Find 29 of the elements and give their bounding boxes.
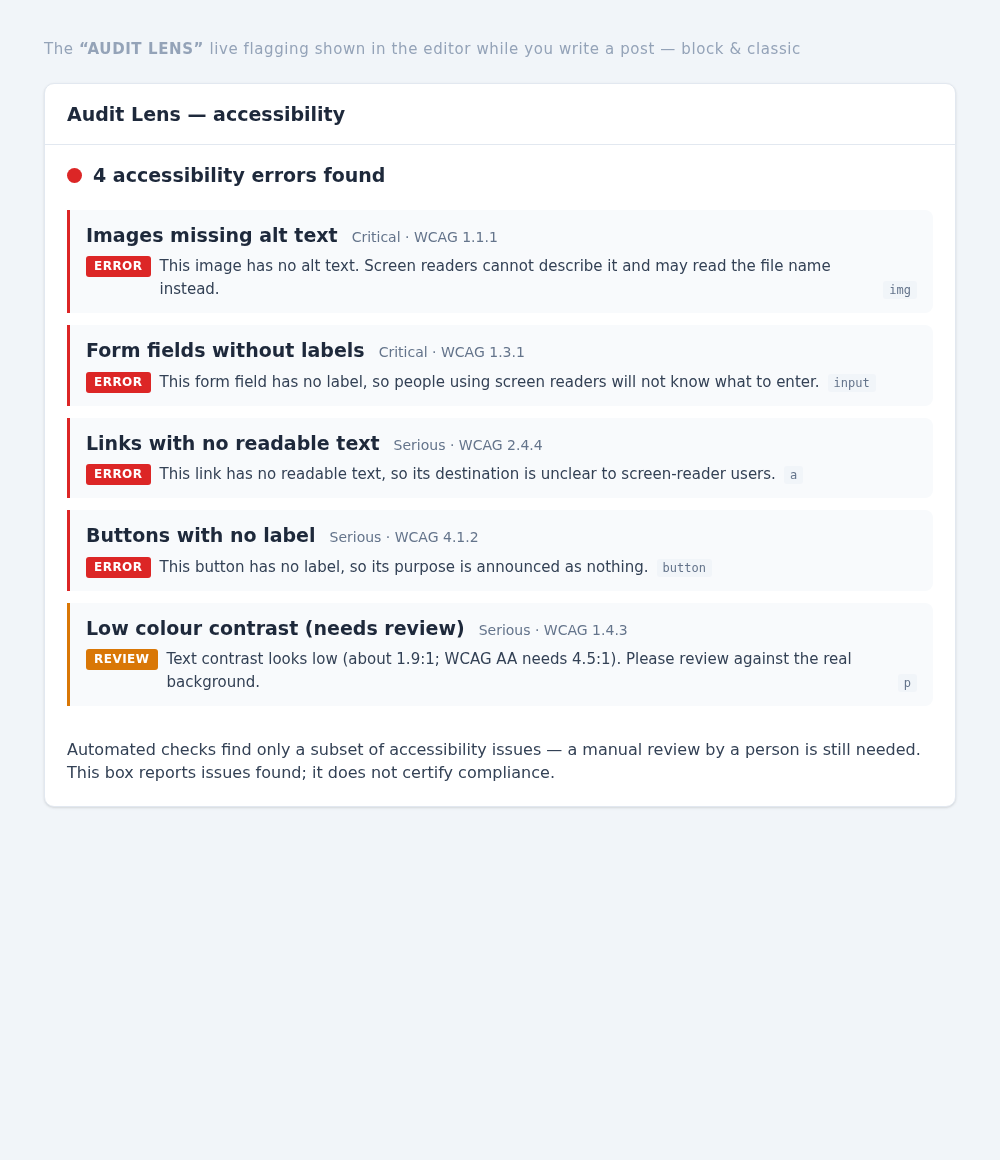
issue-meta: Critical · WCAG 1.3.1 xyxy=(378,343,525,362)
issue-badge: ERROR xyxy=(86,371,151,393)
issue-description: This link has no readable text, so its destination is unclear to screen-reader users. xyxy=(159,464,776,485)
issue-meta: Critical · WCAG 1.1.1 xyxy=(351,227,498,247)
issue-meta: Serious · WCAG 1.4.3 xyxy=(478,620,628,640)
issue-badge: ERROR xyxy=(86,556,151,578)
issue-title: Links with no readable text xyxy=(86,430,380,456)
panel-title: Audit Lens — accessibility xyxy=(67,101,347,127)
issue-title: Buttons with no label xyxy=(86,523,316,548)
issue-title: Form fields without labels xyxy=(86,338,365,363)
element-tag: button xyxy=(656,558,712,577)
footnote: Automated checks find only a subset of accessibility issues — a manual review by a person is still needed. This box reports issues found; it does not certify compliance. xyxy=(67,739,922,784)
element-tag: a xyxy=(783,466,804,484)
issue-meta: Serious · WCAG 4.1.2 xyxy=(329,528,479,547)
issue-badge: REVIEW xyxy=(86,649,158,670)
issue-meta: Serious · WCAG 2.4.4 xyxy=(393,435,543,455)
element-tag: p xyxy=(897,674,917,692)
page-caption: The “AUDIT LENS” live flagging shown in the editor while you write a post — block & classic xyxy=(44,39,802,60)
element-tag: img xyxy=(883,281,917,299)
issue-badge: ERROR xyxy=(86,256,151,277)
summary-heading: 4 accessibility errors found xyxy=(93,163,386,188)
issue-description: This image has no alt text. Screen readers cannot describe it and may read the file name instead. xyxy=(159,256,832,300)
element-tag: input xyxy=(827,373,876,392)
issue-description: This button has no label, so its purpose is announced as nothing. xyxy=(159,556,649,578)
issue-title: Low colour contrast (needs review) xyxy=(86,615,465,641)
issue-title: Images missing alt text xyxy=(86,222,338,248)
issue-description: Text contrast looks low (about 1.9:1; WCAG AA needs 4.5:1). Please review against the real background. xyxy=(166,649,853,693)
issue-description: This form field has no label, so people using screen readers will not know what to enter. xyxy=(159,371,820,393)
issue-badge: ERROR xyxy=(86,464,151,485)
